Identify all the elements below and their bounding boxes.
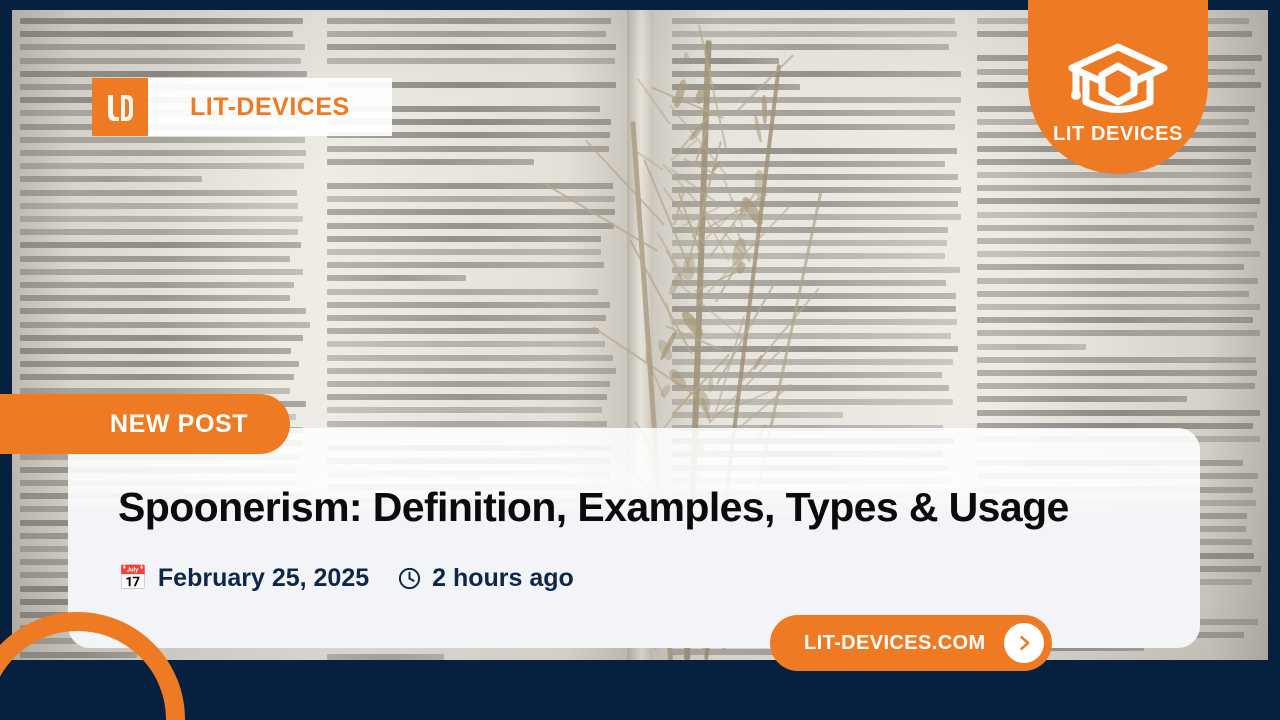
clock-icon [397, 566, 422, 591]
cta-label: LIT-DEVICES.COM [804, 631, 986, 654]
website-cta-button[interactable]: LIT-DEVICES.COM [770, 615, 1052, 671]
post-title: Spoonerism: Definition, Examples, Types … [118, 484, 1069, 530]
chevron-right-icon[interactable] [1003, 623, 1044, 663]
brand-shield-badge[interactable]: LIT DEVICES [1028, 0, 1208, 174]
ld-monogram-icon [92, 78, 148, 136]
new-post-badge: NEW POST [0, 394, 291, 454]
post-date: February 25, 2025 [157, 564, 370, 592]
post-relative-time: 2 hours ago [432, 564, 574, 592]
calendar-icon: 📅 [118, 564, 148, 592]
badge-label: LIT DEVICES [1053, 123, 1183, 145]
new-post-label: NEW POST [110, 409, 249, 438]
post-meta: 📅 February 25, 2025 2 hours ago [118, 564, 574, 593]
graduation-cap-hexagon-icon [1068, 43, 1168, 113]
social-post-card: LIT-DEVICES LIT DEVICES Spoonerism: Defi… [0, 0, 1280, 720]
brand-logo-banner[interactable]: LIT-DEVICES [92, 78, 392, 136]
logo-wordmark: LIT-DEVICES [190, 92, 350, 121]
